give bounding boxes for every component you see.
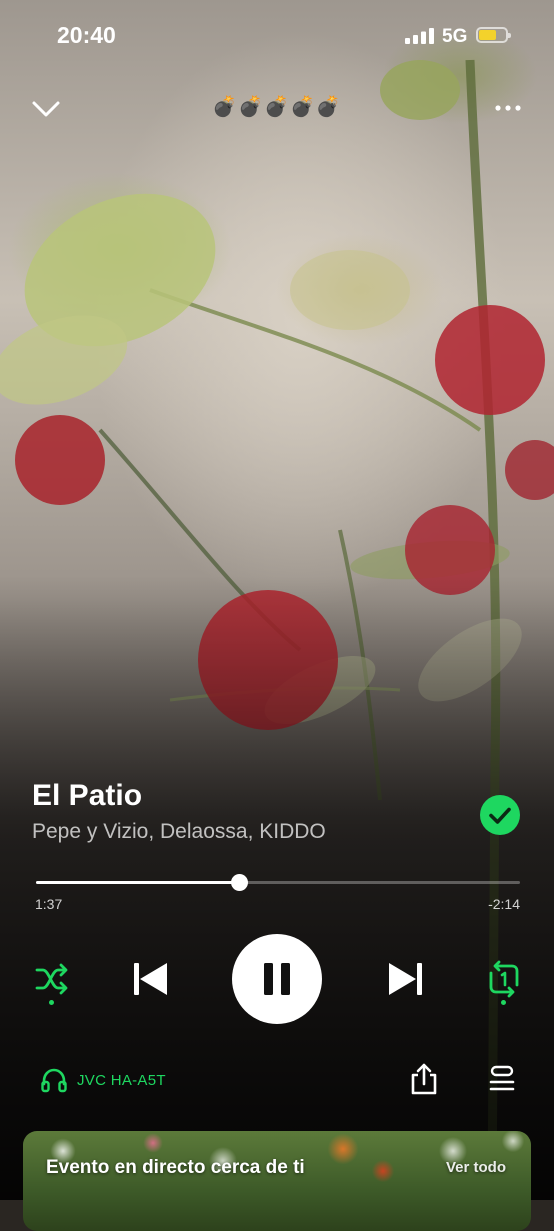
device-name: JVC HA-A5T <box>77 1071 166 1089</box>
track-title[interactable]: El Patio <box>32 776 522 816</box>
elapsed-time: 1:37 <box>35 896 63 912</box>
next-track-button[interactable] <box>385 961 425 997</box>
skip-next-icon <box>389 963 422 995</box>
shuffle-icon <box>35 963 68 995</box>
queue-icon <box>489 1065 515 1091</box>
previous-track-button[interactable] <box>131 961 171 997</box>
shuffle-button[interactable] <box>32 962 72 1005</box>
share-button[interactable] <box>408 1062 440 1096</box>
event-card-title: Evento en directo cerca de ti <box>46 1157 305 1178</box>
live-event-card[interactable]: Evento en directo cerca de ti Ver todo <box>23 1131 531 1231</box>
remaining-time: -2:14 <box>488 896 520 912</box>
progress-played <box>36 881 240 884</box>
pause-icon <box>264 963 290 995</box>
status-time: 20:40 <box>57 22 116 48</box>
progress-scrubber-handle[interactable] <box>231 874 249 891</box>
network-type: 5G <box>442 26 468 47</box>
signal-strength-icon <box>405 28 434 44</box>
track-artists[interactable]: Pepe y Vizio, Delaossa, KIDDO <box>32 820 522 844</box>
player-header: 💣💣💣💣💣 <box>0 86 554 130</box>
playing-from-title[interactable]: 💣💣💣💣💣 <box>0 94 554 119</box>
pause-button[interactable] <box>232 934 322 1024</box>
track-info: El Patio Pepe y Vizio, Delaossa, KIDDO <box>32 776 522 844</box>
status-bar: 20:40 5G <box>0 0 554 72</box>
shuffle-active-indicator <box>49 1000 54 1005</box>
more-dots-icon <box>495 105 521 111</box>
device-row: JVC HA-A5T <box>0 1058 554 1102</box>
liked-button[interactable] <box>480 795 520 835</box>
battery-icon <box>476 27 511 43</box>
checkmark-icon <box>489 807 511 824</box>
playback-progress-bar[interactable] <box>36 872 520 892</box>
repeat-active-indicator <box>501 1000 506 1005</box>
connected-device-button[interactable]: JVC HA-A5T <box>40 1066 166 1094</box>
see-all-link[interactable]: Ver todo <box>446 1159 506 1176</box>
queue-button[interactable] <box>488 1064 516 1094</box>
share-icon <box>411 1063 437 1095</box>
headphones-icon <box>41 1068 67 1093</box>
skip-previous-icon <box>134 963 167 995</box>
more-options-button[interactable] <box>486 90 530 126</box>
playback-controls <box>0 932 554 1024</box>
repeat-one-icon <box>489 960 519 998</box>
repeat-button[interactable] <box>484 960 524 1005</box>
